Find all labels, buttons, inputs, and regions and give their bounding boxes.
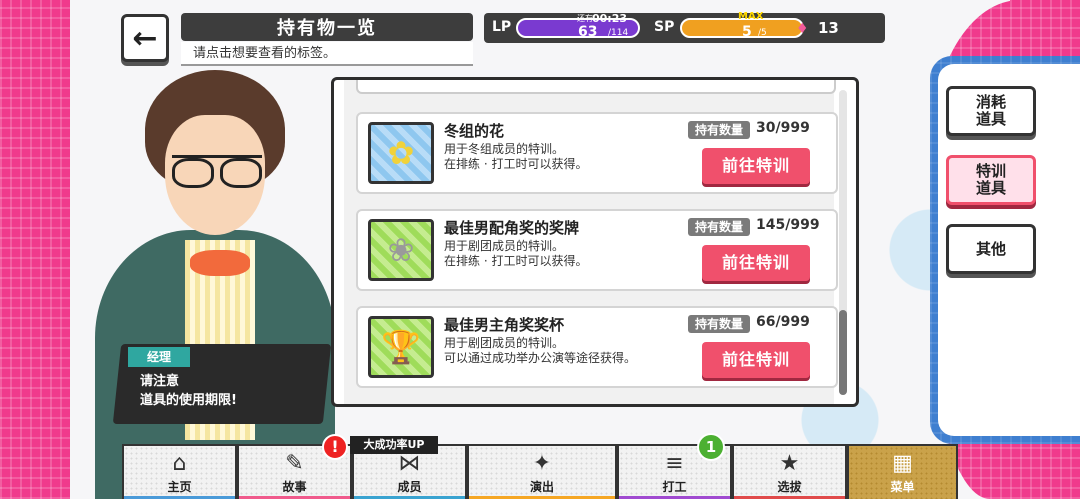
- speech-line-1: 请注意: [140, 374, 180, 389]
- gem-icon: ♦: [796, 21, 809, 37]
- nav-audition[interactable]: ★ 选拔: [732, 444, 847, 499]
- grid-icon: ▦: [892, 451, 913, 476]
- tab-consumables[interactable]: 消耗 道具: [946, 86, 1036, 136]
- item-desc-line-2: 可以通过成功举办公演等途径获得。: [444, 351, 637, 365]
- work-count-badge: 1: [697, 433, 725, 461]
- item-desc-line-1: 用于冬组成员的特训。: [444, 142, 565, 156]
- bottom-navigation: ⌂ 主页 ✎ 故事 ⋈ 成员 ✦ 演出 ≡ 打工 ★ 选拔 ▦ 菜单: [122, 444, 958, 499]
- tab-label-line-1: 特训: [975, 162, 1006, 180]
- nav-label: 选拔: [777, 480, 802, 494]
- medal-icon: ❀: [368, 219, 434, 281]
- star-badge-icon: ★: [779, 451, 800, 476]
- item-list: ✿ 冬组的花 持有数量 30/999 用于冬组成员的特训。 在排练 · 打工时可…: [344, 80, 838, 404]
- item-desc-line-1: 用于剧团成员的特训。: [444, 239, 565, 253]
- manager-character: [90, 60, 340, 499]
- page-title: 持有物一览: [181, 13, 473, 41]
- go-training-button[interactable]: 前往特训: [702, 245, 810, 281]
- lp-value: 63: [578, 24, 598, 40]
- item-desc-line-2: 在排练 · 打工时可以获得。: [444, 254, 588, 268]
- nav-label: 故事: [282, 480, 307, 494]
- item-name: 冬组的花: [444, 122, 505, 140]
- nav-menu[interactable]: ▦ 菜单: [847, 444, 958, 499]
- boost-tag: 大成功率UP: [350, 436, 438, 454]
- item-description: 用于剧团成员的特训。 可以通过成功举办公演等途径获得。: [444, 336, 636, 366]
- quantity-value: 30/999: [756, 120, 810, 136]
- status-bar: LP 还有 00:23 63 /114 SP MAX 5 /5 ♦ 13: [484, 11, 885, 43]
- tab-label-line-2: 道具: [975, 110, 1006, 128]
- speaker-name: 经理: [128, 347, 190, 367]
- item-desc-line-1: 用于剧团成员的特训。: [444, 336, 565, 350]
- nav-label: 菜单: [890, 480, 915, 494]
- speech-text: 请注意 道具的使用期限!: [140, 372, 237, 410]
- list-item: 🏆 最佳男主角奖奖杯 持有数量 66/999 用于剧团成员的特训。 可以通过成功…: [356, 306, 838, 388]
- trophy-icon: 🏆: [368, 316, 434, 378]
- flower-icon: ✿: [368, 122, 434, 184]
- go-training-button[interactable]: 前往特训: [702, 148, 810, 184]
- back-arrow-icon: ←: [132, 20, 158, 56]
- go-training-button[interactable]: 前往特训: [702, 342, 810, 378]
- nav-label: 成员: [397, 480, 422, 494]
- quantity-label: 持有数量: [688, 315, 750, 333]
- nav-home[interactable]: ⌂ 主页: [122, 444, 237, 499]
- item-desc-line-2: 在排练 · 打工时可以获得。: [444, 157, 588, 171]
- nav-label: 演出: [529, 480, 554, 494]
- book-icon: ✎: [285, 451, 304, 476]
- character-glasses: [172, 155, 262, 188]
- back-button[interactable]: ←: [121, 14, 169, 62]
- list-item: ✿ 冬组的花 持有数量 30/999 用于冬组成员的特训。 在排练 · 打工时可…: [356, 112, 838, 194]
- tab-label: 其他: [975, 239, 1006, 258]
- item-description: 用于剧团成员的特训。 在排练 · 打工时可以获得。: [444, 239, 587, 269]
- sp-label: SP: [654, 19, 675, 35]
- lp-label: LP: [492, 19, 512, 35]
- nav-label: 主页: [167, 480, 192, 494]
- lp-timer-label: 还有: [577, 14, 593, 23]
- tab-label-line-2: 道具: [975, 179, 1006, 197]
- quantity-value: 145/999: [756, 217, 820, 233]
- list-item: ❀ 最佳男配角奖的奖牌 持有数量 145/999 用于剧团成员的特训。 在排练 …: [356, 209, 838, 291]
- quantity-label: 持有数量: [688, 121, 750, 139]
- stage-icon: ✦: [532, 451, 552, 476]
- home-icon: ⌂: [172, 451, 187, 476]
- sp-value: 5: [742, 24, 752, 40]
- bowtie-icon: ⋈: [398, 451, 421, 476]
- coins-icon: ≡: [665, 451, 684, 476]
- character-bowtie: [190, 250, 250, 276]
- item-description: 用于冬组成员的特训。 在排练 · 打工时可以获得。: [444, 142, 587, 172]
- item-name: 最佳男主角奖奖杯: [444, 316, 565, 334]
- nav-performance[interactable]: ✦ 演出: [467, 444, 617, 499]
- item-name: 最佳男配角奖的奖牌: [444, 219, 580, 237]
- speech-line-2: 道具的使用期限!: [140, 393, 237, 408]
- sp-max: /5: [758, 28, 767, 38]
- quantity-label: 持有数量: [688, 218, 750, 236]
- tab-training-items[interactable]: 特训 道具: [946, 155, 1036, 205]
- sp-max-tag: MAX: [738, 11, 764, 22]
- quantity-value: 66/999: [756, 314, 810, 330]
- lp-max: /114: [608, 28, 629, 38]
- tab-other[interactable]: 其他: [946, 224, 1036, 274]
- item-list-panel[interactable]: ✿ 冬组的花 持有数量 30/999 用于冬组成员的特训。 在排练 · 打工时可…: [331, 77, 859, 407]
- story-alert-badge: !: [322, 434, 348, 460]
- gem-count: 13: [818, 19, 839, 37]
- nav-label: 打工: [662, 480, 687, 494]
- tab-label-line-1: 消耗: [975, 93, 1006, 111]
- scrollbar-thumb[interactable]: [839, 310, 847, 395]
- list-item-previous: [356, 80, 836, 94]
